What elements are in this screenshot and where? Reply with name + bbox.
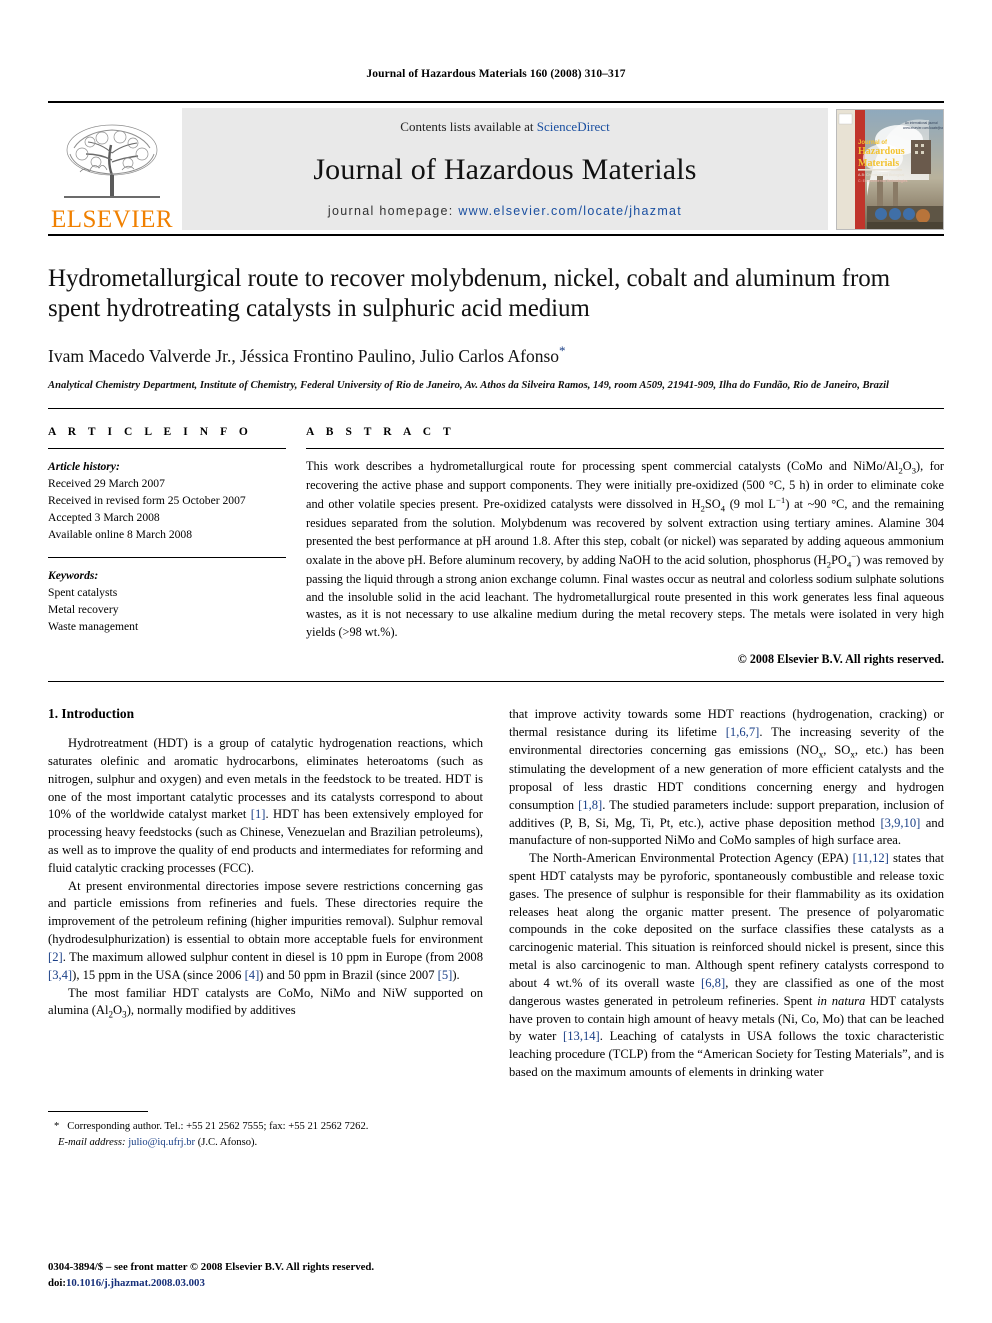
title-block: Hydrometallurgical route to recover moly…	[48, 234, 944, 394]
footnote-corresponding-text: Corresponding author. Tel.: +55 21 2562 …	[67, 1121, 369, 1133]
article-history-label: Article history:	[48, 459, 120, 473]
svg-text:Hazardous: Hazardous	[858, 146, 905, 157]
svg-text:C: Environmental Technologies: C: Environmental Technologies	[858, 179, 908, 183]
history-item: Available online 8 March 2008	[48, 527, 193, 541]
doi-value[interactable]: 10.1016/j.jhazmat.2008.03.003	[66, 1277, 205, 1289]
svg-text:www.elsevier.com/locate/jhazma: www.elsevier.com/locate/jhazmat	[903, 126, 943, 130]
abstract-rule	[306, 447, 944, 449]
issn-copyright-line: 0304-3894/$ – see front matter © 2008 El…	[48, 1260, 375, 1273]
contents-prefix: Contents lists available at	[400, 119, 537, 134]
elsevier-logo: ELSEVIER	[48, 106, 176, 234]
email-owner: (J.C. Afonso).	[197, 1137, 258, 1149]
corresponding-author-footnote: * Corresponding author. Tel.: +55 21 256…	[48, 1111, 483, 1151]
abstract-body: This work describes a hydrometallurgical…	[306, 458, 945, 639]
author-list: Ivam Macedo Valverde Jr., Jéssica Fronti…	[48, 343, 944, 367]
abstract-bottom-rule	[48, 681, 944, 683]
history-item: Received 29 March 2007	[48, 476, 165, 490]
affiliation: Analytical Chemistry Department, Institu…	[48, 380, 889, 392]
keywords-rule	[48, 556, 286, 558]
journal-cover-thumbnail: Journal of Hazardous Materials A-B: Chem…	[836, 109, 944, 230]
email-label: E-mail address:	[58, 1137, 126, 1149]
paragraph: that improve activity towards some HDT r…	[509, 707, 945, 848]
sciencedirect-link[interactable]: ScienceDirect	[537, 119, 610, 134]
cover-image: Journal of Hazardous Materials A-B: Chem…	[837, 110, 943, 229]
svg-text:Materials: Materials	[858, 158, 899, 169]
page-footer: 0304-3894/$ – see front matter © 2008 El…	[48, 1259, 488, 1291]
contents-available-line: Contents lists available at ScienceDirec…	[400, 119, 609, 135]
keyword-item: Waste management	[48, 619, 139, 633]
paragraph: At present environmental directories imp…	[48, 878, 483, 982]
page-title: Hydrometallurgical route to recover moly…	[48, 265, 890, 323]
corresponding-author-marker: *	[559, 342, 566, 358]
info-abstract-row: A R T I C L E I N F O Article history: R…	[48, 407, 944, 667]
abstract-column: A B S T R A C T This work describes a hy…	[306, 426, 944, 667]
elsevier-tree-icon	[64, 124, 160, 198]
footnote-body: * Corresponding author. Tel.: +55 21 256…	[48, 1119, 483, 1151]
paragraph: The most familiar HDT catalysts are CoMo…	[48, 985, 483, 1020]
paragraph: The North-American Environmental Protect…	[509, 851, 944, 1079]
abstract-copyright: © 2008 Elsevier B.V. All rights reserved…	[737, 652, 944, 667]
paragraph: Hydrotreatment (HDT) is a group of catal…	[48, 736, 483, 875]
homepage-url-link[interactable]: www.elsevier.com/locate/jhazmat	[458, 204, 682, 218]
svg-text:An international journal: An international journal	[905, 121, 938, 125]
journal-band: Contents lists available at ScienceDirec…	[182, 108, 828, 230]
body-column-right: that improve activity towards some HDT r…	[509, 706, 944, 1082]
article-info-heading: A R T I C L E I N F O	[48, 425, 253, 438]
doi-label: doi:	[48, 1276, 66, 1289]
history-item: Accepted 3 March 2008	[48, 510, 160, 524]
journal-homepage-line: journal homepage: www.elsevier.com/locat…	[328, 204, 682, 218]
journal-title: Journal of Hazardous Materials	[313, 152, 697, 186]
running-head: Journal of Hazardous Materials 160 (2008…	[366, 68, 626, 80]
journal-article-page: Journal of Hazardous Materials 160 (2008…	[0, 0, 992, 1323]
email-link[interactable]: julio@iq.ufrj.br	[128, 1137, 195, 1148]
history-item: Received in revised form 25 October 2007	[48, 493, 246, 507]
svg-text:A-B: Chemical and Biological: A-B: Chemical and Biological	[858, 173, 905, 177]
keywords-group: Keywords: Spent catalysts Metal recovery…	[48, 567, 286, 635]
article-info-rule	[48, 447, 286, 449]
body-column-left: 1. Introduction Hydrotreatment (HDT) is …	[48, 706, 483, 1148]
doi-line: doi:10.1016/j.jhazmat.2008.03.003	[48, 1275, 488, 1291]
body-columns: 1. Introduction Hydrotreatment (HDT) is …	[48, 706, 944, 1148]
keyword-item: Metal recovery	[48, 602, 119, 616]
journal-masthead: ELSEVIER Contents lists available at Sci…	[48, 101, 944, 236]
article-info-column: A R T I C L E I N F O Article history: R…	[48, 426, 306, 667]
masthead-bottom-rule	[48, 234, 944, 236]
keyword-item: Spent catalysts	[48, 585, 118, 599]
author-names: Ivam Macedo Valverde Jr., Jéssica Fronti…	[48, 345, 560, 366]
footnote-marker: *	[54, 1121, 60, 1133]
keywords-label: Keywords:	[48, 568, 99, 582]
elsevier-wordmark: ELSEVIER	[50, 206, 174, 233]
section-heading-introduction: 1. Introduction	[48, 706, 135, 722]
article-history-group: Article history: Received 29 March 2007 …	[48, 458, 286, 543]
homepage-label: journal homepage:	[327, 204, 454, 218]
footnote-rule	[48, 1111, 148, 1113]
abstract-heading: A B S T R A C T	[306, 425, 456, 438]
